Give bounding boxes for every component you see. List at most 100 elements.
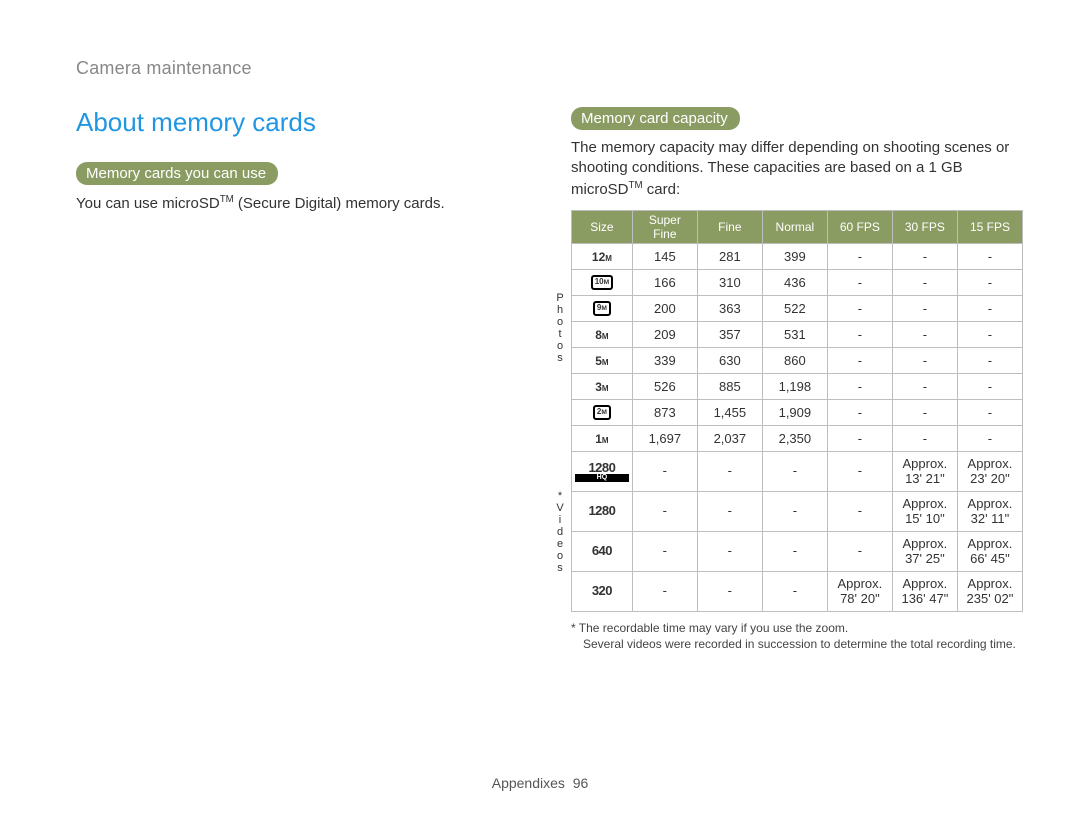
table-row: 9M200363522--- (572, 295, 1023, 321)
table-cell: 200 (632, 295, 697, 321)
table-cell: 145 (632, 243, 697, 269)
table-cell: - (827, 295, 892, 321)
table-row: 1280----Approx.15' 10"Approx.32' 11" (572, 491, 1023, 531)
size-cell: 5M (572, 347, 633, 373)
table-cell: 363 (697, 295, 762, 321)
table-cell: - (957, 425, 1022, 451)
text-fragment: (Secure Digital) memory cards. (234, 195, 445, 212)
table-row: 5M339630860--- (572, 347, 1023, 373)
table-cell: 166 (632, 269, 697, 295)
table-cell: - (957, 321, 1022, 347)
table-cell: - (827, 321, 892, 347)
table-cell: - (827, 373, 892, 399)
table-cell: - (827, 451, 892, 491)
table-cell: - (892, 295, 957, 321)
footnote: * The recordable time may vary if you us… (571, 620, 1023, 652)
size-cell: 9M (572, 295, 633, 321)
table-cell: - (632, 451, 697, 491)
table-cell: 873 (632, 399, 697, 425)
table-row: 1280HQ----Approx.13' 21"Approx.23' 20" (572, 451, 1023, 491)
table-row: 8M209357531--- (572, 321, 1023, 347)
trademark-sup: TM (220, 194, 234, 205)
table-cell: - (892, 425, 957, 451)
size-cell: 320 (572, 571, 633, 611)
table-cell: - (632, 531, 697, 571)
table-cell: 436 (762, 269, 827, 295)
table-row: 2M8731,4551,909--- (572, 399, 1023, 425)
text-fragment: You can use microSD (76, 195, 220, 212)
table-row: 1M1,6972,0372,350--- (572, 425, 1023, 451)
footer-page-number: 96 (573, 775, 589, 791)
table-cell: Approx.15' 10" (892, 491, 957, 531)
table-cell: - (957, 269, 1022, 295)
table-cell: 531 (762, 321, 827, 347)
size-cell: 2M (572, 399, 633, 425)
table-cell: - (827, 269, 892, 295)
table-cell: - (762, 571, 827, 611)
table-cell: 2,350 (762, 425, 827, 451)
table-cell: 339 (632, 347, 697, 373)
table-cell: 310 (697, 269, 762, 295)
table-cell: - (892, 243, 957, 269)
table-cell: - (762, 451, 827, 491)
page-footer: Appendixes 96 (0, 775, 1080, 791)
table-cell: - (827, 491, 892, 531)
table-header-cell: Normal (762, 210, 827, 243)
table-cell: - (632, 571, 697, 611)
table-cell: 860 (762, 347, 827, 373)
trademark-sup: TM (629, 180, 643, 191)
table-body: 12M145281399---10M166310436---9M20036352… (572, 243, 1023, 611)
table-cell: Approx.23' 20" (957, 451, 1022, 491)
table-cell: - (827, 399, 892, 425)
capacity-table: SizeSuper FineFineNormal60 FPS30 FPS15 F… (571, 210, 1023, 612)
table-cell: Approx.13' 21" (892, 451, 957, 491)
size-cell: 1280 (572, 491, 633, 531)
table-cell: - (892, 399, 957, 425)
table-cell: 281 (697, 243, 762, 269)
table-cell: - (697, 451, 762, 491)
table-cell: 885 (697, 373, 762, 399)
table-cell: 209 (632, 321, 697, 347)
table-cell: 399 (762, 243, 827, 269)
table-cell: 1,198 (762, 373, 827, 399)
table-header-cell: 15 FPS (957, 210, 1022, 243)
table-cell: 1,909 (762, 399, 827, 425)
table-row: 640----Approx.37' 25"Approx.66' 45" (572, 531, 1023, 571)
table-cell: Approx.78' 20" (827, 571, 892, 611)
table-cell: Approx.136' 47" (892, 571, 957, 611)
page-title: About memory cards (76, 107, 541, 138)
row-group-label-photos: Photos (555, 292, 565, 365)
table-cell: Approx.235' 02" (957, 571, 1022, 611)
table-row: 12M145281399--- (572, 243, 1023, 269)
size-cell: 1280HQ (572, 451, 633, 491)
table-cell: - (697, 491, 762, 531)
table-cell: - (957, 347, 1022, 373)
memory-cards-use-body: You can use microSDTM (Secure Digital) m… (76, 193, 541, 214)
table-cell: Approx.37' 25" (892, 531, 957, 571)
right-column: Memory card capacity The memory capacity… (571, 107, 1023, 664)
table-cell: 1,455 (697, 399, 762, 425)
table-cell: 630 (697, 347, 762, 373)
table-cell: - (827, 243, 892, 269)
size-cell: 3M (572, 373, 633, 399)
section-pill-memory-cards-use: Memory cards you can use (76, 162, 278, 185)
table-cell: - (892, 347, 957, 373)
table-cell: - (892, 373, 957, 399)
table-cell: 526 (632, 373, 697, 399)
table-cell: - (892, 269, 957, 295)
table-cell: 522 (762, 295, 827, 321)
table-cell: 2,037 (697, 425, 762, 451)
table-cell: - (957, 243, 1022, 269)
left-column: About memory cards Memory cards you can … (76, 107, 541, 664)
footnote-text: The recordable time may vary if you use … (576, 621, 849, 635)
table-cell: - (957, 373, 1022, 399)
table-cell: - (827, 347, 892, 373)
table-row: 320---Approx.78' 20"Approx.136' 47"Appro… (572, 571, 1023, 611)
table-header-row: SizeSuper FineFineNormal60 FPS30 FPS15 F… (572, 210, 1023, 243)
table-cell: Approx.66' 45" (957, 531, 1022, 571)
table-cell: 357 (697, 321, 762, 347)
size-cell: 640 (572, 531, 633, 571)
table-cell: - (827, 531, 892, 571)
breadcrumb: Camera maintenance (76, 58, 1012, 79)
memory-card-capacity-body: The memory capacity may differ depending… (571, 138, 1023, 200)
